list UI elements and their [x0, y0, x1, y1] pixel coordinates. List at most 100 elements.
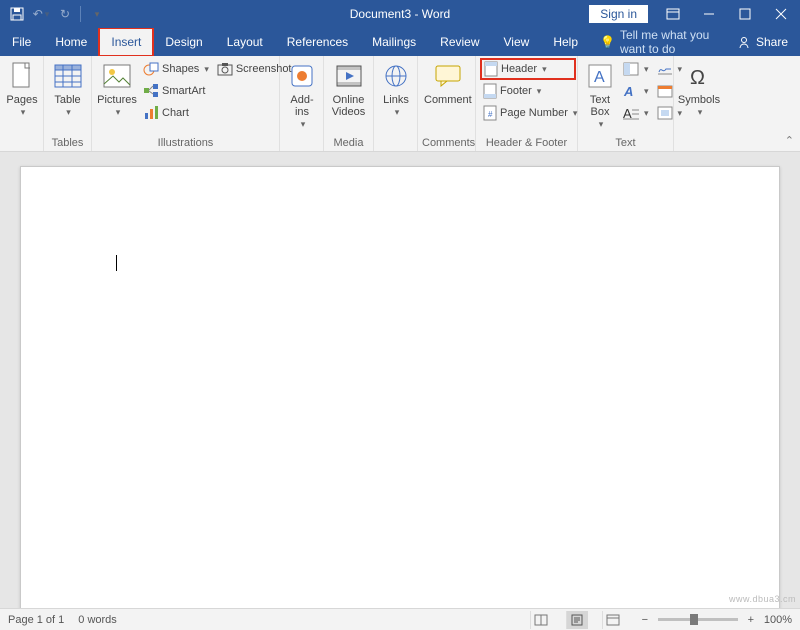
zoom-out-button[interactable]: −: [638, 614, 652, 626]
group-pages: Pages▾: [0, 56, 44, 151]
screenshot-icon: [217, 62, 233, 76]
table-button[interactable]: Table▾: [48, 58, 87, 118]
document-area[interactable]: [0, 156, 800, 608]
pictures-label: Pictures: [97, 94, 137, 106]
tab-view[interactable]: View: [492, 28, 542, 56]
tell-me-label: Tell me what you want to do: [620, 28, 715, 56]
smartart-icon: [143, 83, 159, 99]
ribbon-display-options-icon[interactable]: [656, 0, 690, 28]
maximize-icon[interactable]: [728, 0, 762, 28]
collapse-ribbon-icon[interactable]: ⌃: [785, 134, 794, 147]
page-number-button[interactable]: # Page Number▾: [480, 102, 576, 124]
share-icon: [737, 35, 751, 49]
ribbon-tabs: File Home Insert Design Layout Reference…: [0, 28, 800, 56]
web-layout-icon[interactable]: [602, 611, 624, 629]
header-button[interactable]: Header▾: [480, 58, 576, 80]
wordart-button[interactable]: A▾: [620, 80, 652, 102]
share-label: Share: [756, 35, 788, 49]
tab-home[interactable]: Home: [43, 28, 99, 56]
pages-label: Pages: [6, 94, 37, 106]
svg-text:Ω: Ω: [690, 67, 705, 88]
zoom-in-button[interactable]: +: [744, 614, 758, 626]
tab-file[interactable]: File: [0, 28, 43, 56]
shapes-button[interactable]: Shapes▾: [140, 58, 212, 80]
text-box-button[interactable]: A Text Box▾: [582, 58, 618, 130]
drop-cap-button[interactable]: A▾: [620, 102, 652, 124]
tell-me-search[interactable]: 💡 Tell me what you want to do: [590, 28, 725, 56]
shapes-icon: [143, 61, 159, 77]
print-layout-icon[interactable]: [566, 611, 588, 629]
drop-cap-icon: A: [623, 106, 639, 120]
quick-parts-icon: [623, 62, 639, 76]
header-icon: [484, 61, 498, 77]
zoom-control: − + 100%: [638, 614, 792, 626]
quick-parts-button[interactable]: ▾: [620, 58, 652, 80]
footer-button[interactable]: Footer▾: [480, 80, 576, 102]
chart-icon: [143, 105, 159, 121]
minimize-icon[interactable]: [692, 0, 726, 28]
undo-icon[interactable]: ↶▾: [30, 3, 52, 25]
save-icon[interactable]: [6, 3, 28, 25]
media-group-label: Media: [328, 136, 369, 151]
pages-button[interactable]: Pages▾: [4, 58, 40, 118]
table-label: Table: [54, 94, 80, 106]
qat-separator: [80, 6, 81, 22]
tables-group-label: Tables: [48, 136, 87, 151]
page-number-icon: #: [483, 105, 497, 121]
illustrations-group-label: Illustrations: [96, 136, 275, 151]
tab-review[interactable]: Review: [428, 28, 491, 56]
group-tables: Table▾ Tables: [44, 56, 92, 151]
zoom-level[interactable]: 100%: [764, 614, 792, 626]
online-videos-button[interactable]: Online Videos: [328, 58, 369, 118]
ribbon: Pages▾ Table▾ Tables Pictures▾: [0, 56, 800, 152]
sign-in-button[interactable]: Sign in: [589, 5, 648, 23]
svg-text:#: #: [488, 110, 493, 119]
page-icon: [6, 60, 38, 92]
share-button[interactable]: Share: [725, 28, 800, 56]
text-box-icon: A: [584, 60, 616, 92]
svg-text:A: A: [623, 106, 632, 120]
tab-layout[interactable]: Layout: [215, 28, 275, 56]
tab-help[interactable]: Help: [541, 28, 590, 56]
tab-design[interactable]: Design: [153, 28, 214, 56]
group-media: Online Videos Media: [324, 56, 374, 151]
page-indicator[interactable]: Page 1 of 1: [8, 614, 64, 626]
read-mode-icon[interactable]: [530, 611, 552, 629]
tab-insert[interactable]: Insert: [99, 28, 153, 56]
smartart-button[interactable]: SmartArt: [140, 80, 212, 102]
signature-icon: [657, 62, 673, 76]
group-addins: Add- ins▾: [280, 56, 324, 151]
group-text: A Text Box▾ ▾ A▾ A▾ ▾ ▾ Text: [578, 56, 674, 151]
links-button[interactable]: Links▾: [378, 58, 414, 118]
tab-references[interactable]: References: [275, 28, 360, 56]
link-icon: [380, 60, 412, 92]
pictures-button[interactable]: Pictures▾: [96, 58, 138, 118]
titlebar: ↶▾ ↻ ▾ Document3 - Word Sign in: [0, 0, 800, 28]
table-icon: [52, 60, 84, 92]
zoom-slider[interactable]: [658, 618, 738, 621]
addins-icon: [286, 60, 318, 92]
addins-button[interactable]: Add- ins▾: [284, 58, 320, 130]
customize-qat-icon[interactable]: ▾: [85, 3, 107, 25]
comment-icon: [432, 60, 464, 92]
redo-icon[interactable]: ↻: [54, 3, 76, 25]
tab-mailings[interactable]: Mailings: [360, 28, 428, 56]
close-icon[interactable]: [764, 0, 798, 28]
statusbar: Page 1 of 1 0 words − + 100%: [0, 608, 800, 630]
wordart-icon: A: [623, 84, 639, 98]
group-illustrations: Pictures▾ Shapes▾ SmartArt Chart: [92, 56, 280, 151]
watermark: www.dbua3.cm: [729, 594, 796, 604]
page[interactable]: [20, 166, 780, 608]
pictures-icon: [101, 60, 133, 92]
footer-icon: [483, 83, 497, 99]
film-icon: [333, 60, 365, 92]
chart-button[interactable]: Chart: [140, 102, 212, 124]
comment-button[interactable]: Comment: [422, 58, 474, 106]
lightbulb-icon: 💡: [600, 35, 615, 49]
svg-text:A: A: [594, 69, 605, 86]
word-count[interactable]: 0 words: [78, 614, 117, 626]
symbols-button[interactable]: Ω Symbols▾: [678, 58, 720, 118]
quick-access-toolbar: ↶▾ ↻ ▾: [0, 3, 107, 25]
headerfooter-group-label: Header & Footer: [480, 136, 573, 151]
group-symbols: Ω Symbols▾: [674, 56, 724, 151]
